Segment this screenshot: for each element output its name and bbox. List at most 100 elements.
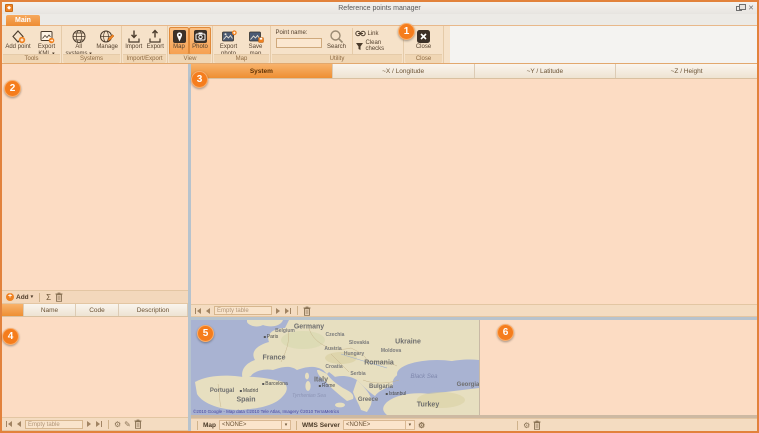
record-status-box: Empty table	[25, 420, 83, 429]
photo-panel	[480, 320, 757, 415]
export-button[interactable]: Export	[145, 27, 167, 55]
reference-points-manager-window: ◆ Reference points manager ✕ Main Add po…	[0, 0, 759, 433]
link-button[interactable]: Link	[355, 30, 401, 37]
link-chain-icon	[355, 30, 366, 37]
close-x-icon	[416, 29, 431, 44]
annotation-marker-2: 2	[4, 80, 21, 97]
screenshot-stage: ◆ Reference points manager ✕ Main Add po…	[0, 0, 759, 433]
annotation-marker-3: 3	[191, 71, 208, 88]
group-label-map: Map	[214, 54, 269, 63]
export-photo-button[interactable]: Export photo	[215, 27, 243, 55]
import-button[interactable]: Import	[123, 27, 145, 55]
delete-trash-icon[interactable]	[303, 306, 311, 316]
import-arrow-icon	[127, 29, 141, 44]
ribbon-group-utility: Point name: Search Link	[271, 26, 404, 63]
left-table-toolbar: + Add ▾ Σ	[2, 290, 188, 304]
delete-trash-icon[interactable]	[134, 419, 142, 429]
points-table-body	[2, 317, 188, 417]
group-label-import-export: Import/Export	[123, 54, 166, 63]
group-label-systems: Systems	[63, 54, 120, 63]
export-kml-icon	[39, 29, 55, 44]
add-row-button[interactable]: + Add ▾	[6, 293, 33, 301]
group-label-tools: Tools	[3, 54, 60, 63]
coordinates-table-body	[191, 79, 757, 304]
column-header-y-latitude[interactable]: ~Y / Latitude	[475, 64, 617, 78]
map-attribution: ©2010 Google - Map data ©2010 Tele Atlas…	[193, 409, 339, 414]
point-name-label: Point name:	[276, 30, 308, 36]
column-header-name[interactable]: Name	[24, 304, 76, 316]
tab-main[interactable]: Main	[6, 15, 40, 26]
all-systems-button[interactable]: All systems ▾	[63, 27, 94, 55]
ribbon-groups: Add point Export KML ▾ Tools All systems…	[2, 26, 450, 63]
export-arrow-icon	[148, 29, 162, 44]
left-pager-bar: Empty table ⚙ ✎	[2, 417, 188, 431]
image-save-icon	[248, 29, 264, 44]
funnel-icon	[355, 42, 364, 51]
ribbon-group-systems: All systems ▾ Manage Systems	[62, 26, 122, 63]
ribbon-group-import-export: Import Export Import/Export	[122, 26, 168, 63]
annotation-marker-1: 1	[398, 23, 415, 40]
next-record-button[interactable]	[275, 308, 281, 314]
column-header-z-height[interactable]: ~Z / Height	[616, 64, 757, 78]
row-selector-header[interactable]	[2, 304, 24, 316]
dropdown-arrow-icon: ▾	[31, 294, 34, 300]
photo-settings-gear-icon[interactable]: ⚙	[523, 421, 530, 430]
group-label-utility: Utility	[272, 54, 402, 63]
dropdown-arrow-icon: ▾	[281, 421, 290, 430]
column-header-x-longitude[interactable]: ~X / Longitude	[333, 64, 475, 78]
next-record-button[interactable]	[86, 421, 92, 427]
map-settings-gear-icon[interactable]: ⚙	[418, 421, 425, 430]
globe-icon	[71, 29, 87, 44]
add-point-icon	[10, 29, 26, 44]
left-pane: + Add ▾ Σ Name Code Description Empty ta…	[2, 64, 188, 431]
wms-server-select[interactable]: <NONE> ▾	[343, 420, 415, 430]
last-record-button[interactable]	[95, 421, 103, 427]
ribbon-group-tools: Add point Export KML ▾ Tools	[2, 26, 62, 63]
ribbon-tab-row: Main	[2, 14, 757, 26]
ribbon: Add point Export KML ▾ Tools All systems…	[2, 26, 757, 64]
close-window-button[interactable]: ✕	[748, 5, 754, 12]
clean-checks-button[interactable]: Clean checks	[355, 40, 401, 52]
map-view[interactable]: GermanyBelgiumCzechiaSlovakiaAustriaHung…	[191, 320, 479, 415]
map-settings-bar: Map <NONE> ▾ WMS Server <NONE> ▾ ⚙ ⚙	[191, 418, 757, 431]
record-status-box: Empty table	[214, 306, 272, 315]
annotation-marker-6: 6	[497, 324, 514, 341]
photo-delete-trash-icon[interactable]	[533, 420, 541, 430]
photo-toggle-button[interactable]: Photo	[189, 27, 211, 55]
manage-systems-button[interactable]: Manage	[94, 27, 120, 55]
dropdown-arrow-icon: ▾	[405, 421, 414, 430]
map-source-select[interactable]: <NONE> ▾	[219, 420, 291, 430]
coordinates-pager-bar: Empty table	[191, 304, 757, 317]
globe-edit-icon	[99, 29, 115, 44]
settings-gear-icon[interactable]: ⚙	[114, 420, 121, 429]
map-source-label: Map	[203, 422, 216, 429]
first-record-button[interactable]	[5, 421, 13, 427]
sum-button[interactable]: Σ	[46, 293, 51, 302]
camera-icon	[193, 29, 208, 44]
map-row: GermanyBelgiumCzechiaSlovakiaAustriaHung…	[191, 320, 757, 415]
group-label-close: Close	[405, 54, 442, 63]
previous-record-button[interactable]	[16, 421, 22, 427]
add-plus-icon: +	[6, 293, 14, 301]
map-toggle-button[interactable]: Map	[169, 27, 189, 55]
export-kml-button[interactable]: Export KML ▾	[33, 27, 60, 55]
save-map-button[interactable]: Save map	[243, 27, 269, 55]
column-header-code[interactable]: Code	[76, 304, 119, 316]
column-header-description[interactable]: Description	[119, 304, 188, 316]
add-point-button[interactable]: Add point	[3, 27, 33, 55]
image-plus-icon	[221, 29, 237, 44]
search-icon	[329, 29, 344, 44]
last-record-button[interactable]	[284, 308, 292, 314]
edit-pencil-icon[interactable]: ✎	[124, 420, 131, 429]
right-pane: System ~X / Longitude ~Y / Latitude ~Z /…	[191, 64, 757, 431]
column-header-system[interactable]: System	[191, 64, 333, 78]
maximize-restore-button[interactable]	[736, 6, 742, 11]
annotation-marker-5: 5	[197, 325, 214, 342]
first-record-button[interactable]	[194, 308, 202, 314]
delete-row-button[interactable]	[55, 292, 63, 302]
search-button[interactable]: Search	[324, 27, 350, 55]
wms-server-label: WMS Server	[302, 422, 340, 429]
ribbon-group-view: Map Photo View	[168, 26, 213, 63]
point-name-input[interactable]	[276, 38, 322, 48]
previous-record-button[interactable]	[205, 308, 211, 314]
